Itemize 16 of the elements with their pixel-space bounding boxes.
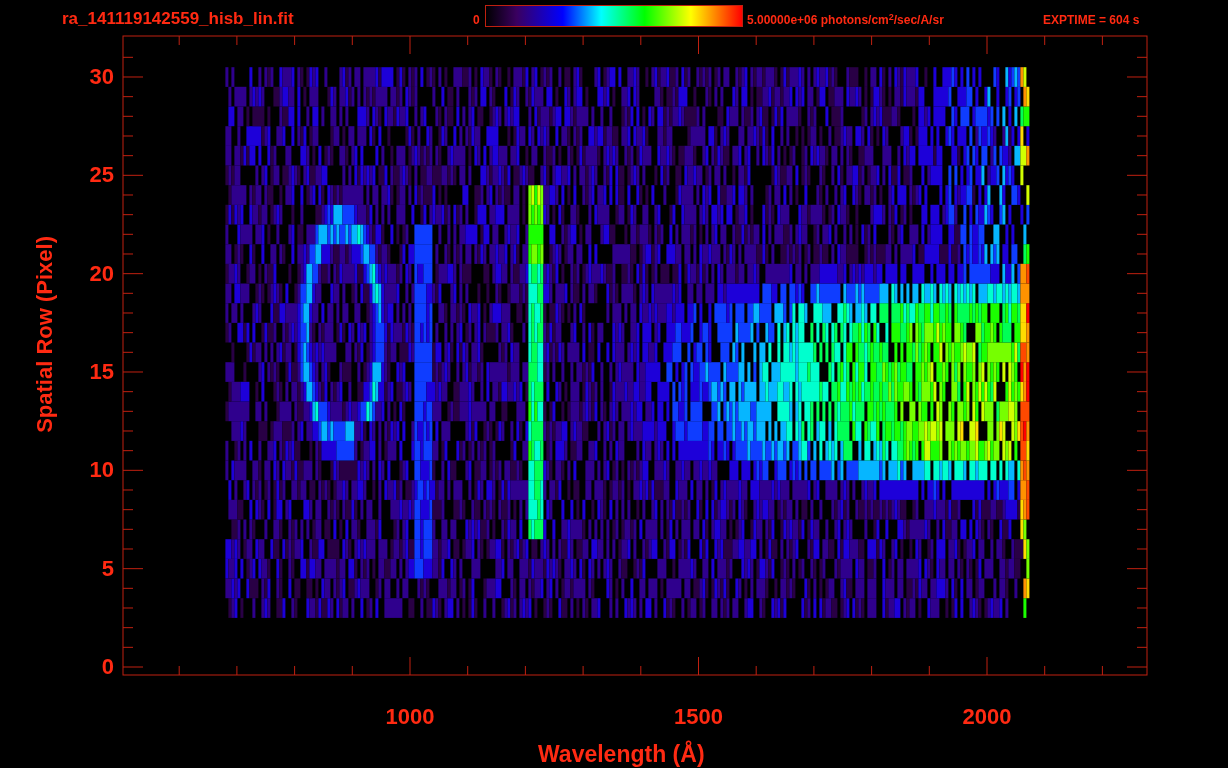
y-tick-label: 15 <box>88 361 114 383</box>
colorbar-min-label: 0 <box>473 12 480 29</box>
y-tick-label: 20 <box>88 262 114 285</box>
x-tick-label: 2000 <box>961 703 1013 731</box>
exposure-time-label: EXPTIME = 604 s <box>1043 12 1140 29</box>
y-tick-label: 25 <box>88 164 114 187</box>
y-tick-label: 0 <box>100 655 114 678</box>
y-tick-label: 10 <box>88 459 114 482</box>
x-tick-label: 1500 <box>673 703 724 731</box>
colorbar-max-label: 5.00000e+06 photons/cm$^{2}$/sec/A/sr <box>747 11 944 29</box>
y-axis-label: Spatial Row (Pixel) <box>32 236 58 433</box>
x-axis-label: Wavelength (Å) <box>538 739 705 768</box>
x-tick-label: 1000 <box>384 703 436 731</box>
plot-title: ra_141119142559_hisb_lin.fit <box>62 8 294 30</box>
y-tick-label: 5 <box>100 557 114 580</box>
y-tick-label: 30 <box>88 66 114 88</box>
